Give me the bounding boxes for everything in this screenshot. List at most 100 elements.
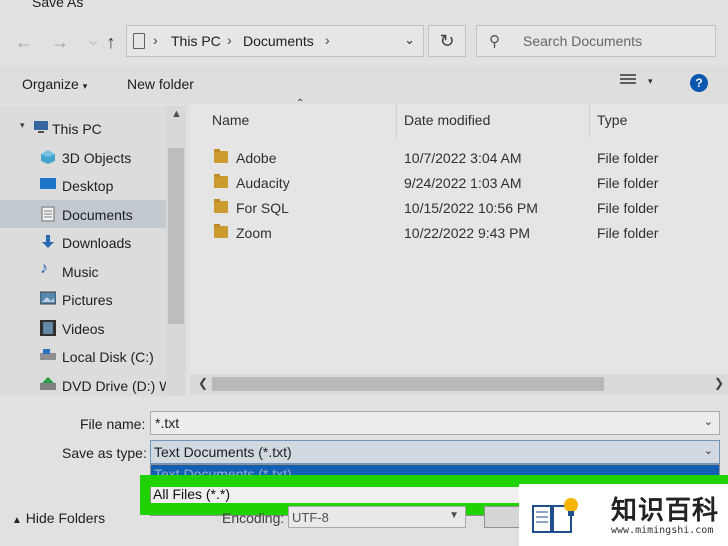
- file-name: Audacity: [236, 175, 290, 191]
- view-dropdown-icon[interactable]: ▾: [648, 76, 653, 87]
- scroll-right-icon[interactable]: ❯: [714, 376, 724, 390]
- table-row[interactable]: Adobe 10/7/2022 3:04 AM File folder: [190, 146, 728, 170]
- watermark-url: www.mimingshi.com: [611, 525, 714, 536]
- book-lightbulb-icon: [532, 498, 578, 533]
- sidebar-item-music[interactable]: ♪ Music: [0, 257, 166, 285]
- column-header-name[interactable]: Name: [212, 112, 249, 128]
- column-header-type[interactable]: Type: [597, 112, 627, 128]
- refresh-icon: ↻: [439, 31, 455, 51]
- desktop-icon: [40, 177, 56, 191]
- scrollbar-thumb[interactable]: [168, 148, 184, 324]
- file-name-field[interactable]: *.txt ⌄: [150, 411, 720, 435]
- sidebar-item-3d-objects[interactable]: 3D Objects: [0, 143, 166, 171]
- folder-icon: [214, 174, 228, 188]
- save-as-dialog: Save As ← → ⌵ ↑ › This PC › Documents › …: [0, 0, 728, 546]
- breadcrumb-documents[interactable]: Documents: [243, 33, 314, 49]
- save-as-type-value: Text Documents (*.txt): [154, 444, 292, 460]
- up-button[interactable]: ↑: [97, 30, 125, 54]
- encoding-select[interactable]: UTF-8 ▼: [288, 506, 466, 528]
- file-type: File folder: [597, 175, 659, 191]
- sidebar-item-label: Videos: [62, 321, 105, 337]
- cube-icon: [40, 149, 56, 164]
- file-type: File folder: [597, 200, 659, 216]
- sidebar-item-this-pc[interactable]: ▾ This PC: [0, 114, 166, 142]
- save-as-type-select[interactable]: Text Documents (*.txt) ⌄: [150, 440, 720, 464]
- search-box[interactable]: ⚲: [476, 25, 716, 57]
- scrollbar-thumb[interactable]: [212, 377, 604, 391]
- file-list: ⌃ Name Date modified Type Adobe 10/7/202…: [190, 98, 728, 394]
- sidebar-item-downloads[interactable]: Downloads: [0, 228, 166, 256]
- scroll-left-icon[interactable]: ❮: [198, 376, 208, 390]
- file-date: 10/7/2022 3:04 AM: [404, 150, 522, 166]
- sidebar-item-pictures[interactable]: Pictures: [0, 285, 166, 313]
- sidebar-item-label: Pictures: [62, 292, 113, 308]
- view-options-icon[interactable]: [620, 74, 636, 88]
- chevron-down-icon[interactable]: ▼: [449, 510, 459, 521]
- navigation-pane: ▾ This PC 3D Objects Desktop Documents D…: [0, 106, 186, 396]
- arrow-right-icon: →: [51, 32, 69, 52]
- column-divider[interactable]: [396, 104, 397, 138]
- sidebar-item-label: DVD Drive (D:) W: [62, 378, 173, 394]
- search-icon: ⚲: [489, 33, 500, 50]
- sidebar-item-label: This PC: [52, 121, 102, 137]
- sidebar-item-label: Downloads: [62, 235, 132, 251]
- horizontal-scrollbar[interactable]: ❮ ❯: [190, 374, 728, 394]
- sidebar-item-desktop[interactable]: Desktop: [0, 171, 166, 199]
- address-bar[interactable]: › This PC › Documents › ⌄: [126, 25, 424, 57]
- forward-button[interactable]: →: [46, 30, 74, 54]
- video-icon: [40, 320, 56, 336]
- search-input[interactable]: [523, 31, 703, 51]
- hide-folders-label: Hide Folders: [25, 510, 106, 526]
- computer-icon: [33, 120, 49, 134]
- file-date: 9/24/2022 1:03 AM: [404, 175, 522, 191]
- chevron-down-icon[interactable]: ⌄: [704, 444, 713, 457]
- pc-icon: [133, 33, 145, 49]
- breadcrumb-this-pc[interactable]: This PC: [171, 33, 221, 49]
- table-row[interactable]: For SQL 10/15/2022 10:56 PM File folder: [190, 196, 728, 220]
- breadcrumb-separator-icon: ›: [325, 32, 330, 48]
- breadcrumb-separator-icon: ›: [227, 32, 232, 48]
- dropdown-option-text-documents[interactable]: Text Documents (*.txt): [151, 465, 719, 481]
- organize-label: Organize: [22, 76, 79, 92]
- file-name-label: File name:: [80, 416, 146, 432]
- sidebar-item-label: Documents: [62, 207, 133, 223]
- hide-folders-button[interactable]: ▲ Hide Folders: [12, 510, 105, 526]
- folder-icon: [214, 149, 228, 163]
- column-divider[interactable]: [589, 104, 590, 138]
- file-date: 10/15/2022 10:56 PM: [404, 200, 538, 216]
- sidebar-item-videos[interactable]: Videos: [0, 314, 166, 342]
- watermark-title: 知识百科: [611, 496, 720, 526]
- sidebar-item-dvd-drive[interactable]: DVD Drive (D:) W: [0, 371, 172, 396]
- sort-up-icon: ⌃: [296, 98, 305, 109]
- sidebar-item-local-disk[interactable]: Local Disk (C:): [0, 342, 166, 370]
- sidebar-item-documents[interactable]: Documents: [0, 200, 166, 228]
- sidebar-item-label: Local Disk (C:): [62, 349, 154, 365]
- download-icon: [40, 234, 56, 248]
- folder-icon: [214, 224, 228, 238]
- sidebar-scrollbar[interactable]: ▲: [166, 106, 186, 396]
- caret-down-icon: ▾: [82, 81, 88, 91]
- column-header-date[interactable]: Date modified: [404, 112, 490, 128]
- breadcrumb-separator-icon: ›: [153, 32, 158, 48]
- arrow-left-icon: ←: [15, 32, 33, 52]
- chevron-down-icon: ▾: [20, 120, 25, 130]
- encoding-value: UTF-8: [292, 510, 329, 525]
- table-row[interactable]: Audacity 9/24/2022 1:03 AM File folder: [190, 171, 728, 195]
- back-button[interactable]: ←: [10, 30, 38, 54]
- help-icon[interactable]: ?: [690, 74, 708, 92]
- file-name: Adobe: [236, 150, 277, 166]
- window-title: Save As: [32, 0, 84, 10]
- scroll-up-icon[interactable]: ▲: [171, 108, 182, 120]
- file-name: For SQL: [236, 200, 289, 216]
- table-row[interactable]: Zoom 10/22/2022 9:43 PM File folder: [190, 221, 728, 245]
- organize-button[interactable]: Organize ▾: [22, 76, 87, 92]
- encoding-label: Encoding:: [222, 510, 285, 526]
- refresh-button[interactable]: ↻: [428, 25, 466, 57]
- chevron-down-icon[interactable]: ⌄: [704, 415, 713, 428]
- file-type: File folder: [597, 225, 659, 241]
- address-dropdown-icon[interactable]: ⌄: [404, 32, 415, 48]
- arrow-up-icon: ↑: [106, 32, 116, 52]
- sidebar-item-label: 3D Objects: [62, 150, 132, 166]
- new-folder-button[interactable]: New folder: [127, 76, 194, 92]
- save-button[interactable]: [484, 506, 520, 528]
